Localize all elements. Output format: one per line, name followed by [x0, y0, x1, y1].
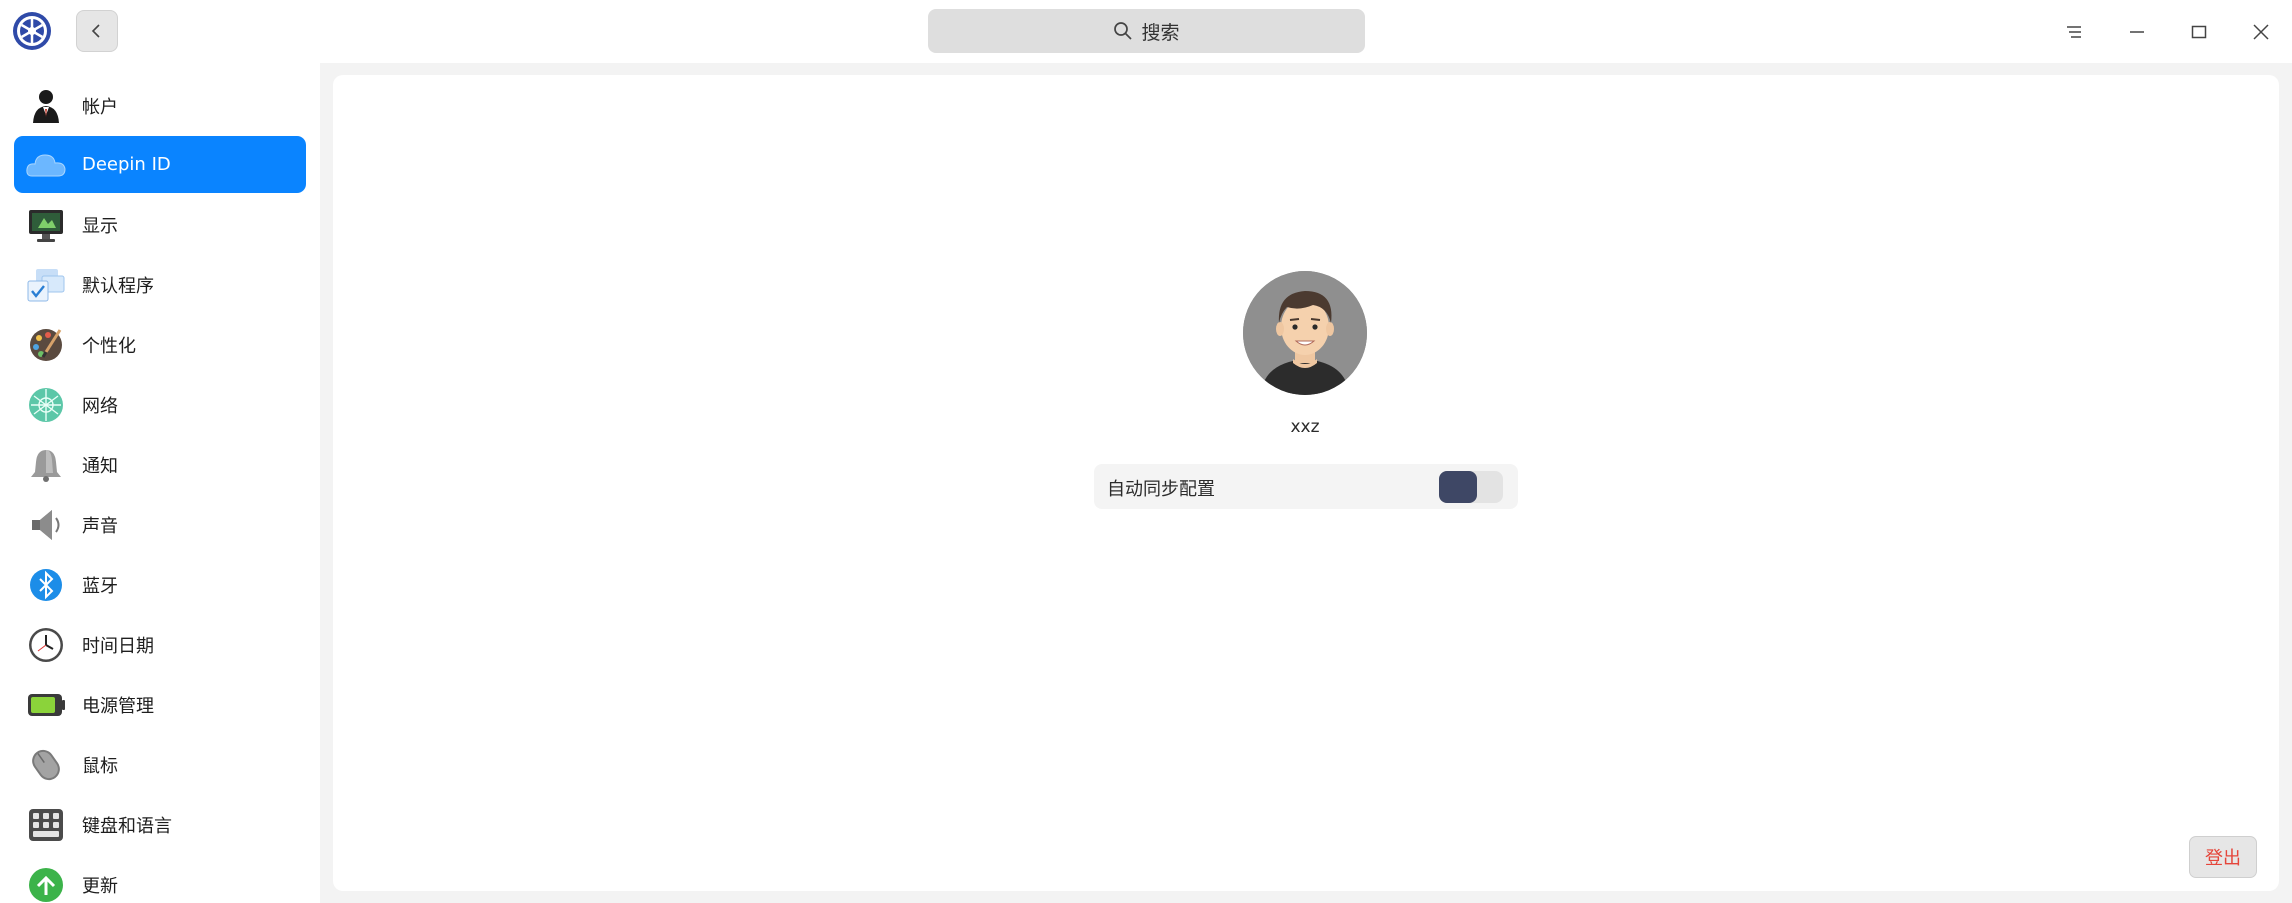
sidebar-item-bluetooth[interactable]: 蓝牙 [14, 556, 306, 613]
user-account-icon [33, 90, 59, 123]
back-button[interactable] [76, 10, 118, 52]
search-input[interactable]: 搜索 [928, 9, 1365, 53]
network-icon [29, 388, 63, 422]
avatar[interactable] [1243, 271, 1367, 395]
deepin-id-panel: xxz 自动同步配置 登出 [333, 75, 2279, 891]
maximize-button[interactable] [2177, 10, 2221, 54]
cloud-icon [26, 154, 66, 177]
palette-icon [30, 329, 62, 361]
auto-sync-setting-row: 自动同步配置 [1094, 464, 1518, 509]
sidebar-item-keyboard[interactable]: 键盘和语言 [14, 796, 306, 853]
close-button[interactable] [2239, 10, 2283, 54]
minimize-button[interactable] [2115, 10, 2159, 54]
sidebar-item-display[interactable]: 显示 [14, 196, 306, 253]
deepin-settings-logo-icon [12, 11, 52, 51]
sidebar-item-personalization[interactable]: 个性化 [14, 316, 306, 373]
monitor-icon [29, 210, 63, 242]
clock-icon [29, 628, 63, 662]
user-avatar-icon [1243, 271, 1367, 395]
sidebar-item-sound[interactable]: 声音 [14, 496, 306, 553]
keyboard-icon [29, 809, 63, 841]
update-icon [29, 868, 63, 902]
sidebar-item-mouse[interactable]: 鼠标 [14, 736, 306, 793]
search-placeholder: 搜索 [1141, 21, 1180, 44]
sidebar-item-datetime[interactable]: 时间日期 [14, 616, 306, 673]
maximize-icon [2191, 25, 2207, 39]
sidebar-item-power[interactable]: 电源管理 [14, 676, 306, 733]
sidebar-item-notifications[interactable]: 通知 [14, 436, 306, 493]
minimize-icon [2130, 31, 2144, 33]
sidebar-item-default-apps[interactable]: 默认程序 [14, 256, 306, 313]
sidebar-item-account[interactable]: 帐户 [14, 77, 306, 134]
bluetooth-icon [30, 569, 62, 601]
mouse-icon [32, 749, 60, 781]
sidebar-item-network[interactable]: 网络 [14, 376, 306, 433]
speaker-icon [32, 510, 60, 540]
sidebar-item-update[interactable]: 更新 [14, 856, 306, 903]
sidebar-item-deepin-id[interactable]: Deepin ID [14, 136, 306, 193]
close-icon [2253, 24, 2269, 40]
menu-button[interactable] [2052, 10, 2096, 54]
logout-button[interactable]: 登出 [2189, 836, 2257, 878]
bell-icon [31, 450, 61, 482]
battery-icon [28, 694, 65, 716]
title-bar: 搜索 [0, 0, 2292, 63]
toggle-knob [1439, 471, 1477, 503]
sidebar: 帐户 Deepin ID 显示 默认程序 个性化 网络 通知 声音 蓝牙 时间日… [0, 63, 320, 903]
menu-icon [2067, 26, 2081, 38]
chevron-left-icon [91, 24, 100, 38]
auto-sync-toggle[interactable] [1439, 471, 1503, 503]
auto-sync-label: 自动同步配置 [1107, 479, 1215, 500]
default-apps-icon [27, 269, 65, 302]
username-label: xxz [1290, 417, 1320, 437]
search-icon [1114, 22, 1133, 40]
